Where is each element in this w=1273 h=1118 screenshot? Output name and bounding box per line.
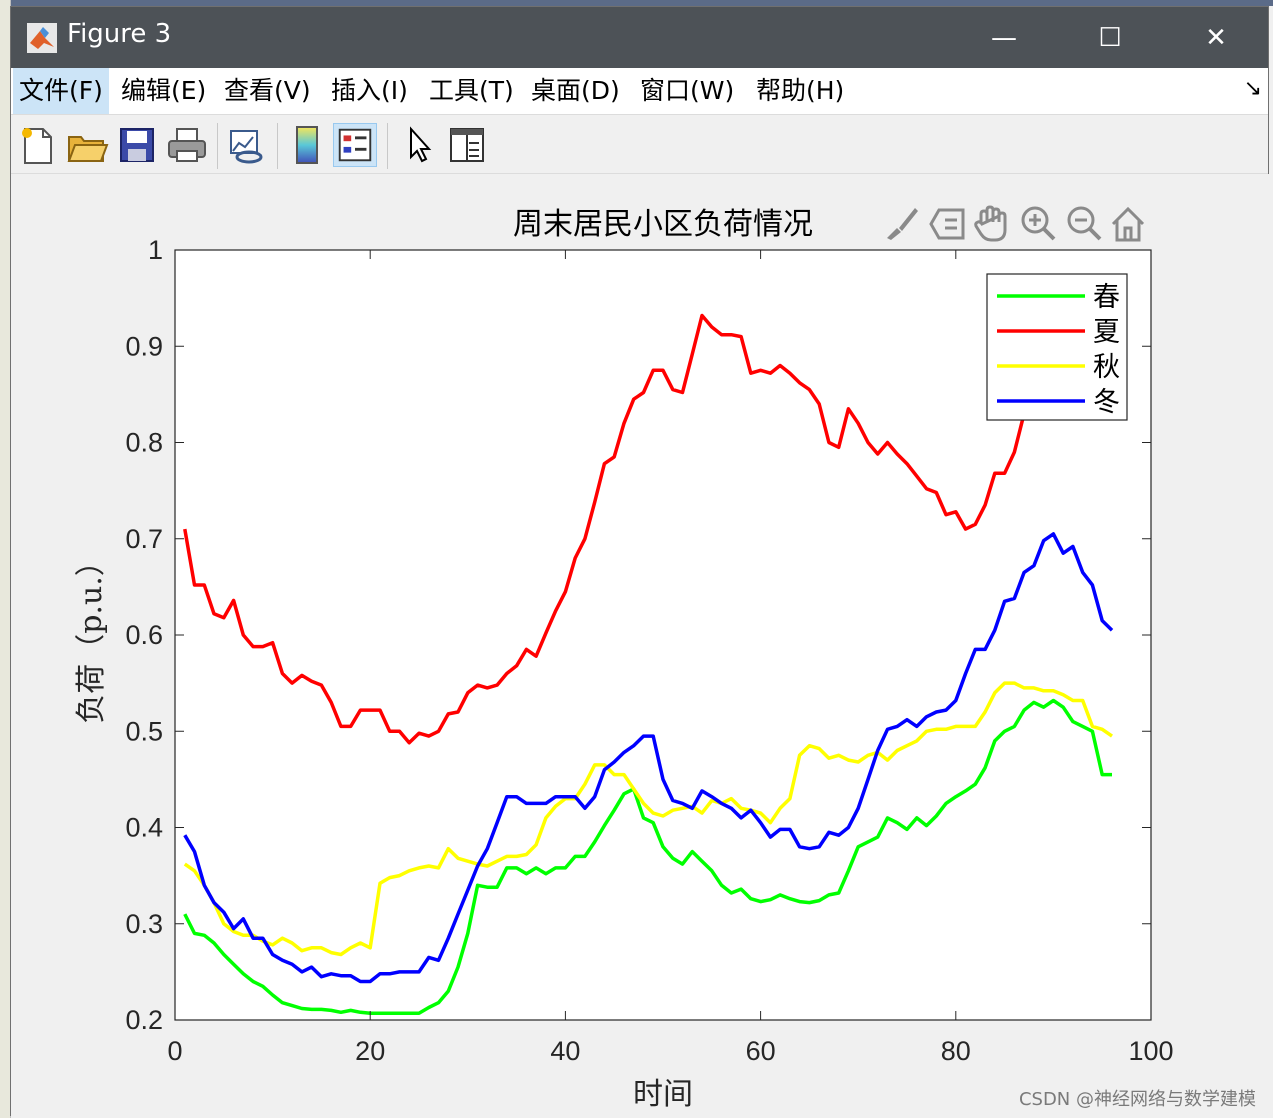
y-tick-label: 0.4 [125,813,163,843]
zoom-in-icon[interactable] [1021,206,1056,241]
print-icon[interactable] [165,123,209,167]
menu-bar: 文件(F) 编辑(E) 查看(V) 插入(I) 工具(T) 桌面(D) 窗口(W… [11,68,1268,115]
y-tick-label: 0.9 [125,331,163,361]
x-tick-label: 20 [355,1036,385,1066]
chart-title: 周末居民小区负荷情况 [513,207,813,242]
watermark: CSDN @神经网络与数学建模 [1018,1089,1256,1110]
legend-label: 春 [1093,282,1120,313]
open-file-icon[interactable] [65,123,109,167]
legend-label: 秋 [1093,352,1120,383]
window-title: Figure 3 [67,19,172,49]
toolbar-separator [217,123,218,169]
menu-edit[interactable]: 编辑(E) [115,68,212,114]
figure-window: Figure 3 — ☐ ✕ 文件(F) 编辑(E) 查看(V) 插入(I) 工… [10,6,1270,1117]
y-tick-label: 0.5 [125,716,163,746]
y-tick-label: 0.7 [125,524,163,554]
zoom-out-icon[interactable] [1067,206,1102,241]
link-plot-icon[interactable] [225,123,269,167]
x-tick-label: 40 [550,1036,580,1066]
x-axis-label: 时间 [633,1077,693,1112]
matlab-app-icon [27,23,57,53]
menu-file[interactable]: 文件(F) [13,68,109,114]
new-figure-icon[interactable] [15,123,59,167]
datatip-icon[interactable] [929,208,965,240]
figure-toolbar [11,115,1268,174]
menu-view[interactable]: 查看(V) [218,68,317,114]
axes-toolbar [887,205,1145,242]
brush-icon[interactable] [887,208,918,240]
menu-tools[interactable]: 工具(T) [423,68,520,114]
menu-expand-arrow-icon[interactable]: ↘ [1244,76,1262,101]
legend-icon[interactable] [333,123,377,167]
menu-desktop[interactable]: 桌面(D) [525,68,626,114]
menu-insert[interactable]: 插入(I) [325,68,414,114]
x-tick-label: 0 [167,1036,182,1066]
save-icon[interactable] [115,123,159,167]
y-axis-label: 负荷（p.u.） [74,546,109,724]
menu-help[interactable]: 帮助(H) [750,68,850,114]
figure-canvas[interactable]: 0 20 40 60 80 100 0.2 0.3 0.4 0.5 0.6 0.7 0.8 0.9 1 周末居… [11,174,1270,1117]
close-button[interactable]: ✕ [1163,7,1269,68]
maximize-button[interactable]: ☐ [1057,7,1163,68]
colorbar-icon[interactable] [285,123,329,167]
minimize-button[interactable]: — [951,7,1057,68]
menu-window[interactable]: 窗口(W) [634,68,740,114]
y-tick-label: 0.3 [125,909,163,939]
toolbar-separator [387,123,388,169]
toolbar-separator [277,123,278,169]
edit-plot-arrow-icon[interactable] [397,123,441,167]
y-tick-label: 0.2 [125,1005,163,1035]
legend-label: 夏 [1093,317,1120,348]
line-chart[interactable]: 0 20 40 60 80 100 0.2 0.3 0.4 0.5 0.6 0.7 0.8 0.9 1 周末居… [11,174,1270,1117]
property-inspector-icon[interactable] [445,123,489,167]
x-tick-label: 80 [941,1036,971,1066]
y-tick-label: 0.6 [125,620,163,650]
x-tick-label: 60 [746,1036,776,1066]
y-tick-label: 0.8 [125,428,163,458]
pan-hand-icon[interactable] [974,205,1007,242]
x-tick-label: 100 [1128,1036,1173,1066]
legend-label: 冬 [1093,387,1120,418]
title-bar[interactable]: Figure 3 — ☐ ✕ [11,7,1268,68]
home-icon[interactable] [1111,206,1145,242]
y-tick-label: 1 [148,235,163,265]
